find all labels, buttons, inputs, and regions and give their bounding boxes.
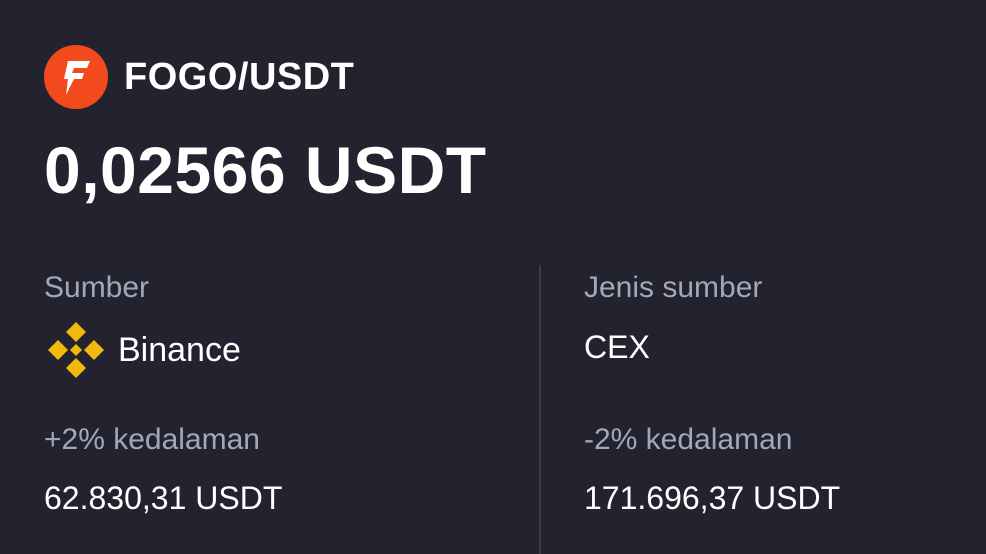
source-exchange[interactable]: Binance <box>44 318 241 382</box>
plus-depth-label: +2% kedalaman <box>44 423 260 456</box>
pair-header: FOGO/USDT <box>44 45 354 109</box>
minus-depth-value: 171.696,37 USDT <box>584 480 841 516</box>
binance-logo-icon <box>48 322 104 378</box>
source-name: Binance <box>118 330 241 369</box>
pair-title: FOGO/USDT <box>124 55 355 98</box>
source-type-label: Jenis sumber <box>584 271 763 304</box>
source-label: Sumber <box>44 271 150 304</box>
minus-depth-label: -2% kedalaman <box>584 423 793 456</box>
source-type-value: CEX <box>584 329 650 365</box>
fogo-logo-icon <box>44 45 108 109</box>
plus-depth-value: 62.830,31 USDT <box>44 480 283 516</box>
column-divider <box>539 265 541 554</box>
current-price: 0,02566 USDT <box>44 133 487 207</box>
